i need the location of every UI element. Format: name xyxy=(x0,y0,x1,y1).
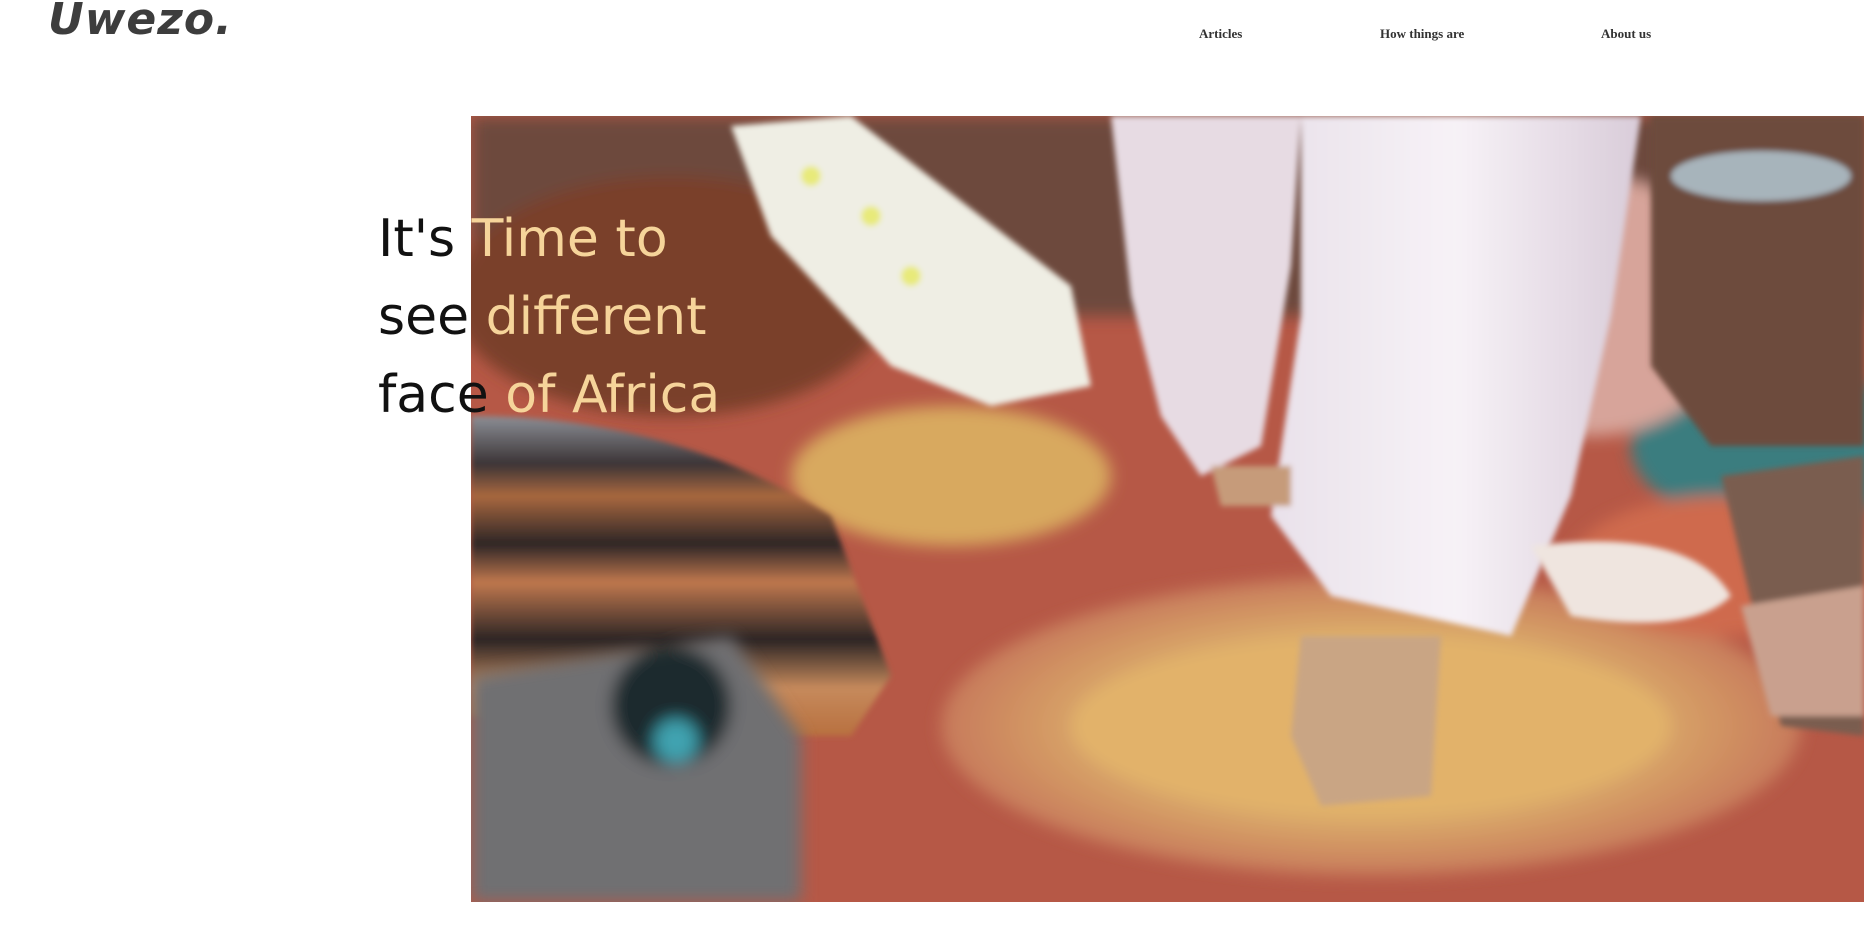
nav-link-about-us[interactable]: About us xyxy=(1601,26,1651,42)
headline-line-2: see different xyxy=(378,278,720,356)
hero-headline: It's Time to see different face of Afric… xyxy=(378,200,720,434)
nav-link-articles[interactable]: Articles xyxy=(1199,26,1242,42)
main-nav: Articles How things are About us xyxy=(0,26,1864,50)
headline-line-3: face of Africa xyxy=(378,356,720,434)
headline-line-2-highlight: different xyxy=(485,287,707,347)
headline-line-3-highlight: of Africa xyxy=(505,365,721,425)
headline-line-1-plain: It's xyxy=(378,209,472,269)
headline-line-3-plain: face xyxy=(378,365,506,425)
nav-link-how-things-are[interactable]: How things are xyxy=(1380,26,1464,42)
headline-line-1: It's Time to xyxy=(378,200,720,278)
headline-line-2-plain: see xyxy=(378,287,486,347)
headline-line-1-highlight: Time to xyxy=(471,209,668,269)
